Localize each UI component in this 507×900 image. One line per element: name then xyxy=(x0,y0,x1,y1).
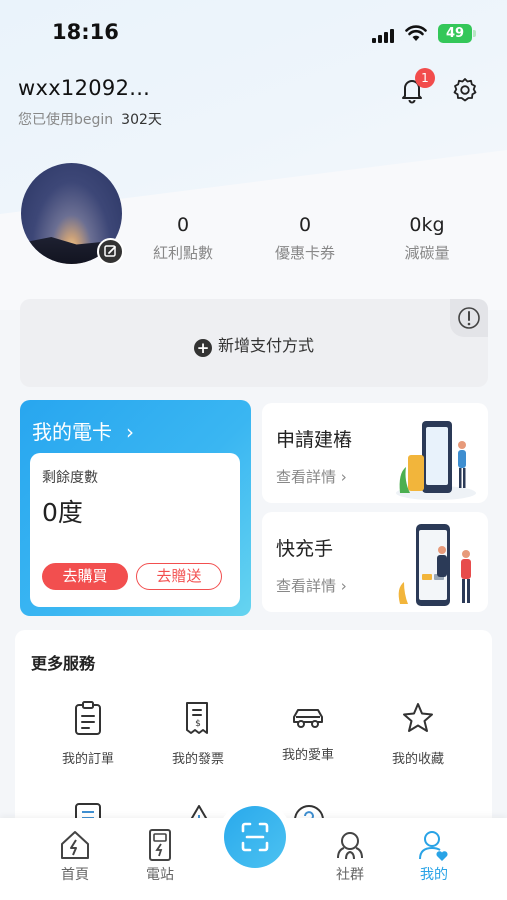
stat-label: 紅利點數 xyxy=(152,244,213,262)
service-my-invoices[interactable]: $ 我的發票 xyxy=(148,700,248,767)
more-services-title: 更多服務 xyxy=(31,654,96,673)
stat-label: 優惠卡券 xyxy=(274,244,335,262)
nav-home[interactable]: 首頁 xyxy=(35,828,115,884)
service-my-car[interactable]: 我的愛車 xyxy=(258,700,358,763)
add-payment-card[interactable]: + 新增支付方式 xyxy=(20,299,488,387)
stat-value: 0kg xyxy=(409,214,445,236)
service-my-orders[interactable]: 我的訂單 xyxy=(38,700,138,767)
stat-value: 0 xyxy=(176,214,190,236)
scan-icon xyxy=(241,822,269,852)
edit-icon xyxy=(104,245,116,257)
service-label: 我的收藏 xyxy=(391,752,444,767)
community-icon xyxy=(337,832,363,860)
chevron-right-icon: › xyxy=(340,468,347,486)
car-icon xyxy=(293,709,323,728)
fast-charger-illustration xyxy=(398,524,471,606)
fast-charger-title: 快充手 xyxy=(276,538,334,560)
home-icon xyxy=(61,831,89,859)
svg-text:$: $ xyxy=(195,719,201,729)
stat-coupons[interactable]: 0 優惠卡券 xyxy=(250,214,360,263)
service-label: 我的愛車 xyxy=(281,748,334,763)
remaining-value: 0度 xyxy=(42,498,83,527)
stat-carbon-reduction[interactable]: 0kg 減碳量 xyxy=(372,214,482,263)
stat-value: 0 xyxy=(298,214,312,236)
my-ecard-title: 我的電卡 xyxy=(32,420,112,444)
battery-level: 49 xyxy=(445,26,465,41)
remaining-balance-card: 剩餘度數 0度 去購買 去贈送 xyxy=(30,453,240,607)
remaining-label: 剩餘度數 xyxy=(42,470,98,486)
profile-icon xyxy=(419,831,448,861)
chevron-right-icon: › xyxy=(340,577,347,595)
usage-days: 302天 xyxy=(121,112,162,128)
fast-charger-detail[interactable]: 查看詳情 › xyxy=(276,575,347,596)
nav-label: 首頁 xyxy=(61,867,89,883)
edit-avatar-button[interactable] xyxy=(97,238,124,265)
star-icon xyxy=(403,703,433,732)
nav-label: 社群 xyxy=(336,867,364,883)
stat-label: 減碳量 xyxy=(404,244,450,262)
stat-bonus-points[interactable]: 0 紅利點數 xyxy=(128,214,238,263)
service-my-favorites[interactable]: 我的收藏 xyxy=(368,700,468,767)
my-ecard-panel: 我的電卡 › 剩餘度數 0度 去購買 去贈送 xyxy=(20,400,251,616)
gear-icon[interactable] xyxy=(452,77,478,103)
add-payment-text: 新增支付方式 xyxy=(217,336,314,355)
nav-label: 電站 xyxy=(146,867,174,883)
buy-button[interactable]: 去購買 xyxy=(42,563,128,590)
status-bar: 18:16 49 xyxy=(0,0,507,64)
wifi-icon xyxy=(405,25,427,41)
nav-label: 我的 xyxy=(420,867,448,883)
username[interactable]: wxx12092... xyxy=(18,76,150,100)
add-payment-label: + 新增支付方式 xyxy=(20,332,488,357)
apply-charger-card[interactable]: 申請建樁 查看詳情 › xyxy=(262,403,488,503)
nav-stations[interactable]: 電站 xyxy=(120,828,200,884)
detail-link-text: 查看詳情 xyxy=(276,577,337,595)
service-label: 我的訂單 xyxy=(61,752,114,767)
nav-community[interactable]: 社群 xyxy=(310,828,390,884)
scan-button[interactable] xyxy=(224,806,286,868)
apply-charger-title: 申請建樁 xyxy=(276,429,353,451)
detail-link-text: 查看詳情 xyxy=(276,468,337,486)
cellular-signal-icon xyxy=(372,27,398,43)
apply-charger-detail[interactable]: 查看詳情 › xyxy=(276,466,347,487)
usage-prefix: 您已使用begin xyxy=(18,112,114,128)
notification-badge: 1 xyxy=(415,68,435,88)
fast-charger-card[interactable]: 快充手 查看詳情 › xyxy=(262,512,488,612)
chevron-right-icon: › xyxy=(126,420,134,444)
plus-circle-icon: + xyxy=(193,339,212,357)
gift-button[interactable]: 去贈送 xyxy=(136,563,222,590)
receipt-icon: $ xyxy=(186,702,208,734)
clipboard-icon xyxy=(75,701,101,735)
battery-indicator: 49 xyxy=(438,24,476,43)
status-time: 18:16 xyxy=(52,20,119,44)
usage-duration: 您已使用begin 302天 xyxy=(18,109,162,129)
my-ecard-link[interactable]: 我的電卡 › xyxy=(32,416,134,445)
charging-station-icon xyxy=(149,829,171,861)
service-label: 我的發票 xyxy=(171,752,224,767)
charger-illustration xyxy=(396,421,476,500)
nav-profile[interactable]: 我的 xyxy=(394,828,474,884)
